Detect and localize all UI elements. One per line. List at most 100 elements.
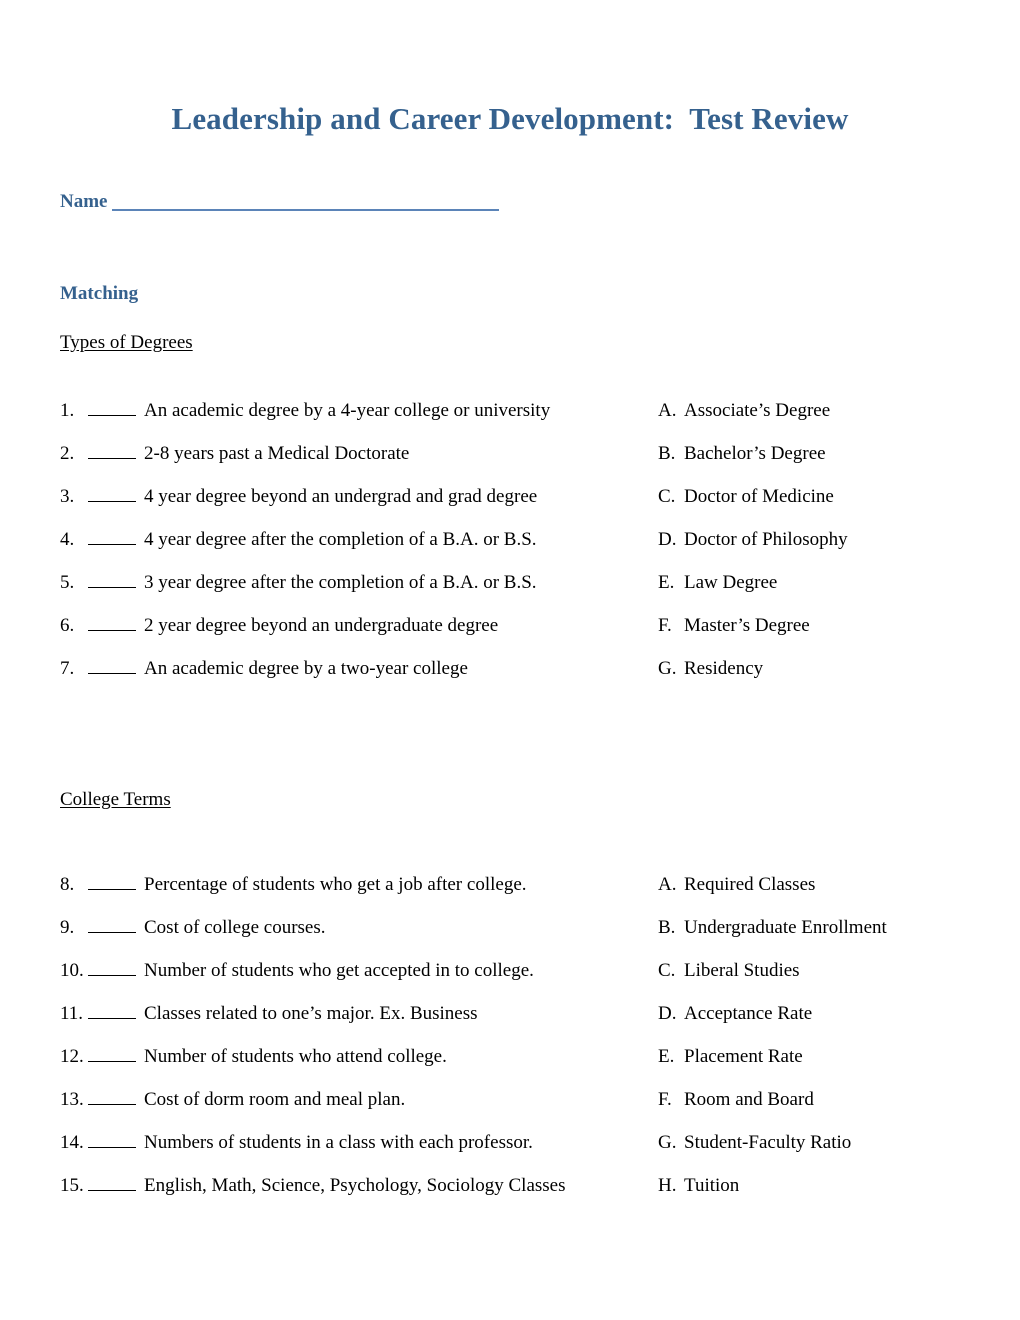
subheading-text: College Terms <box>60 789 171 810</box>
choice-text: Required Classes <box>684 874 816 895</box>
choice-text: Associate’s Degree <box>684 400 831 421</box>
choice-item: A. Required Classes <box>658 873 815 897</box>
matching-row: 8. Percentage of students who get a job a… <box>0 873 1020 916</box>
choice-letter: C. <box>658 486 676 507</box>
answer-blank[interactable] <box>88 1175 136 1191</box>
question-item: 8. Percentage of students who get a job a… <box>60 873 527 897</box>
choice-letter: E. <box>658 1046 675 1067</box>
question-text: An academic degree by a two-year college <box>144 658 468 679</box>
choice-text: Acceptance Rate <box>684 1003 813 1024</box>
name-field-row: Name <box>60 191 500 212</box>
choice-item: G. Student-Faculty Ratio <box>658 1131 851 1155</box>
question-number: 8. <box>60 874 75 895</box>
choice-text: Law Degree <box>684 572 778 593</box>
question-text: Cost of college courses. <box>144 917 326 938</box>
choice-letter: A. <box>658 400 677 421</box>
question-text: Percentage of students who get a job aft… <box>144 874 527 895</box>
choice-item: A. Associate’s Degree <box>658 399 830 423</box>
question-text: 4 year degree beyond an undergrad and gr… <box>144 486 538 507</box>
subheading-types-of-degrees: Types of Degrees <box>60 332 193 354</box>
choice-letter: F. <box>658 615 672 636</box>
choice-text: Room and Board <box>684 1089 814 1110</box>
question-item: 5. 3 year degree after the completion of … <box>60 571 537 595</box>
choice-letter: H. <box>658 1175 677 1196</box>
name-label: Name <box>60 191 108 212</box>
answer-blank[interactable] <box>88 400 136 416</box>
matching-row: 3. 4 year degree beyond an undergrad and … <box>0 485 1020 528</box>
choice-letter: B. <box>658 917 676 938</box>
question-number: 13. <box>60 1089 84 1110</box>
question-number: 10. <box>60 960 84 981</box>
answer-blank[interactable] <box>88 486 136 502</box>
answer-blank[interactable] <box>88 917 136 933</box>
question-number: 12. <box>60 1046 84 1067</box>
choice-text: Student-Faculty Ratio <box>684 1132 852 1153</box>
choice-item: F. Master’s Degree <box>658 614 810 638</box>
choice-letter: E. <box>658 572 675 593</box>
choice-letter: D. <box>658 1003 677 1024</box>
question-item: 11. Classes related to one’s major. Ex. B… <box>60 1002 478 1026</box>
choice-letter: C. <box>658 960 676 981</box>
matching-row: 6. 2 year degree beyond an undergraduate … <box>0 614 1020 657</box>
choice-text: Doctor of Philosophy <box>684 529 848 550</box>
matching-row: 4. 4 year degree after the completion of … <box>0 528 1020 571</box>
question-item: 14. Numbers of students in a class with e… <box>60 1131 533 1155</box>
answer-blank[interactable] <box>88 658 136 674</box>
question-item: 6. 2 year degree beyond an undergraduate … <box>60 614 498 638</box>
matching-row: 14. Numbers of students in a class with e… <box>0 1131 1020 1174</box>
choice-item: E. Law Degree <box>658 571 777 595</box>
choice-item: C. Liberal Studies <box>658 959 800 983</box>
matching-row: 12. Number of students who attend college… <box>0 1045 1020 1088</box>
subheading-college-terms: College Terms <box>60 789 171 811</box>
question-number: 11. <box>60 1003 84 1024</box>
document-page: Leadership and Career Development: Test … <box>0 0 1020 1320</box>
matching-row: 13. Cost of dorm room and meal plan. F. Roo… <box>0 1088 1020 1131</box>
question-item: 12. Number of students who attend college… <box>60 1045 447 1069</box>
answer-blank[interactable] <box>88 443 136 459</box>
question-item: 15. English, Math, Science, Psychology, S… <box>60 1174 566 1198</box>
choice-text: Placement Rate <box>684 1046 803 1067</box>
choice-item: B. Bachelor’s Degree <box>658 442 826 466</box>
matching-row: 7. An academic degree by a two-year colle… <box>0 657 1020 700</box>
choice-text: Doctor of Medicine <box>684 486 834 507</box>
matching-row: 9. Cost of college courses. B. Undergraduat… <box>0 916 1020 959</box>
choice-text: Tuition <box>684 1175 740 1196</box>
matching-row: 5. 3 year degree after the completion of … <box>0 571 1020 614</box>
question-text: Number of students who get accepted in t… <box>144 960 534 981</box>
question-text: 2-8 years past a Medical Doctorate <box>144 443 410 464</box>
choice-letter: F. <box>658 1089 672 1110</box>
answer-blank[interactable] <box>88 1003 136 1019</box>
name-input-blank[interactable] <box>112 193 500 211</box>
question-number: 3. <box>60 486 75 507</box>
answer-blank[interactable] <box>88 1046 136 1062</box>
answer-blank[interactable] <box>88 960 136 976</box>
question-number: 1. <box>60 400 75 421</box>
question-number: 4. <box>60 529 75 550</box>
answer-blank[interactable] <box>88 572 136 588</box>
answer-blank[interactable] <box>88 1089 136 1105</box>
choice-text: Master’s Degree <box>684 615 810 636</box>
question-number: 5. <box>60 572 75 593</box>
answer-blank[interactable] <box>88 874 136 890</box>
matching-row: 2. 2-8 years past a Medical Doctorate B. Ba… <box>0 442 1020 485</box>
matching-row: 11. Classes related to one’s major. Ex. B… <box>0 1002 1020 1045</box>
choice-item: H. Tuition <box>658 1174 739 1198</box>
matching-row: 15. English, Math, Science, Psychology, S… <box>0 1174 1020 1217</box>
question-number: 7. <box>60 658 75 679</box>
answer-blank[interactable] <box>88 529 136 545</box>
question-item: 3. 4 year degree beyond an undergrad and … <box>60 485 537 509</box>
question-item: 9. Cost of college courses. <box>60 916 326 940</box>
choice-letter: A. <box>658 874 677 895</box>
page-title: Leadership and Career Development: Test … <box>171 101 849 136</box>
choice-item: C. Doctor of Medicine <box>658 485 834 509</box>
question-number: 2. <box>60 443 75 464</box>
answer-blank[interactable] <box>88 615 136 631</box>
section-heading-matching: Matching <box>60 283 139 304</box>
question-item: 2. 2-8 years past a Medical Doctorate <box>60 442 409 466</box>
question-number: 9. <box>60 917 75 938</box>
choice-item: B. Undergraduate Enrollment <box>658 916 887 940</box>
choice-text: Liberal Studies <box>684 960 800 981</box>
choice-item: G. Residency <box>658 657 763 681</box>
answer-blank[interactable] <box>88 1132 136 1148</box>
choice-text: Bachelor’s Degree <box>684 443 826 464</box>
